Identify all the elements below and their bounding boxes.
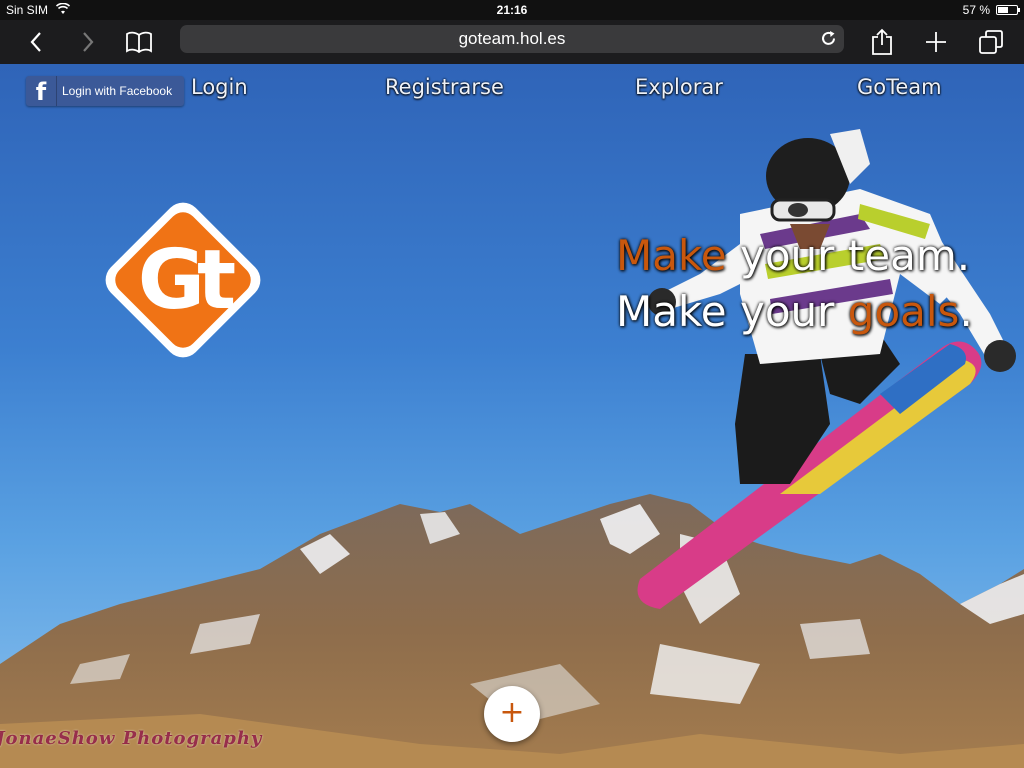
- tagline-make-your: Make your: [616, 287, 848, 336]
- share-icon: [872, 28, 892, 55]
- reload-icon[interactable]: [820, 30, 838, 48]
- tagline-accent-goals: goals: [847, 287, 960, 336]
- nav-goteam[interactable]: GoTeam: [857, 75, 942, 99]
- photo-watermark: JonaeShow Photography: [0, 728, 263, 749]
- new-tab-icon: [926, 32, 946, 52]
- tabs-icon: [979, 30, 1003, 54]
- back-button[interactable]: [16, 20, 56, 64]
- facebook-icon: f: [26, 76, 57, 106]
- nav-explorar[interactable]: Explorar: [635, 75, 723, 99]
- browser-toolbar: goteam.hol.es: [0, 20, 1024, 64]
- new-tab-button[interactable]: [916, 20, 956, 64]
- battery-icon: [996, 5, 1020, 15]
- back-icon: [30, 32, 41, 52]
- tagline-accent-make: Make: [616, 231, 727, 280]
- tabs-button[interactable]: [971, 20, 1011, 64]
- bookmarks-button[interactable]: [119, 20, 159, 64]
- battery-percent: 57 %: [962, 3, 990, 17]
- facebook-login-label: Login with Facebook: [62, 84, 173, 98]
- facebook-login-button[interactable]: f Login with Facebook: [26, 76, 184, 106]
- nav-login[interactable]: Login: [191, 75, 248, 99]
- nav-registrarse[interactable]: Registrarse: [385, 75, 504, 99]
- forward-icon: [83, 32, 94, 52]
- tagline-your-team: your team.: [726, 231, 971, 280]
- goteam-logo[interactable]: Gt: [93, 190, 273, 370]
- tagline-period: .: [959, 287, 973, 336]
- bookmarks-icon: [126, 31, 152, 53]
- clock: 21:16: [496, 3, 528, 17]
- forward-button[interactable]: [68, 20, 108, 64]
- tagline-line-1: Make your team.: [616, 228, 973, 284]
- hero-section: f Login with Facebook Login Registrarse …: [0, 64, 1024, 768]
- logo-text: Gt: [138, 233, 235, 328]
- url-text: goteam.hol.es: [458, 29, 566, 48]
- tagline-line-2: Make your goals.: [616, 284, 973, 340]
- status-bar: Sin SIM 21:16 57 %: [0, 0, 1024, 20]
- tagline: Make your team. Make your goals.: [616, 228, 973, 340]
- address-bar[interactable]: goteam.hol.es: [180, 25, 844, 53]
- battery-fill: [998, 7, 1009, 13]
- share-button[interactable]: [862, 20, 902, 64]
- snowboarder-image: [637, 129, 1016, 609]
- add-button[interactable]: +: [484, 686, 540, 742]
